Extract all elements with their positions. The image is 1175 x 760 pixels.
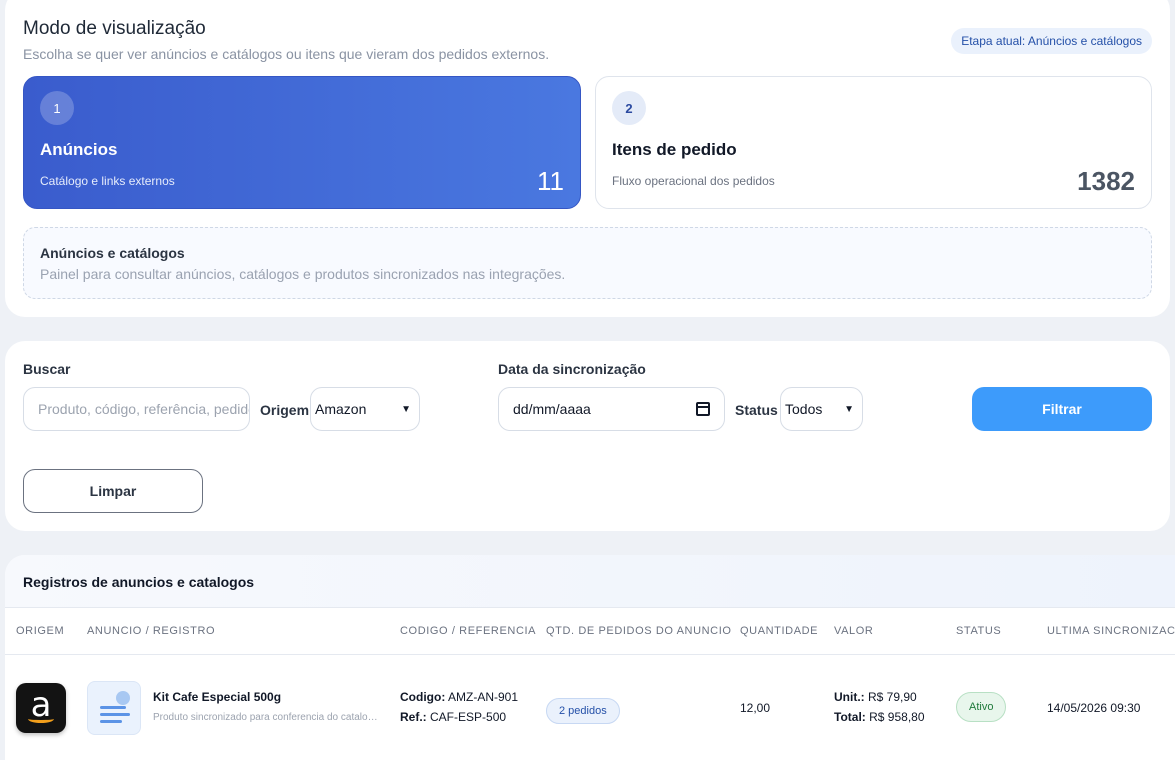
total-value: Total: R$ 958,80: [834, 710, 925, 724]
calendar-icon[interactable]: [696, 402, 710, 416]
column-header[interactable]: CODIGO / REFERENCIA: [400, 625, 536, 637]
mode-option-desc: Fluxo operacional dos pedidos: [612, 174, 775, 188]
sync-date-input[interactable]: dd/mm/aaaa: [498, 387, 725, 431]
column-header[interactable]: ORIGEM: [16, 625, 64, 637]
column-header[interactable]: ANUNCIO / REGISTRO: [87, 625, 215, 637]
origin-label: Origem: [260, 402, 310, 418]
chevron-down-icon: ▼: [401, 403, 411, 415]
view-mode-subtitle: Escolha se quer ver anúncios e catálogos…: [23, 46, 550, 62]
mode-option-title: Itens de pedido: [612, 140, 737, 159]
last-sync-value: 14/05/2026 09:30: [1047, 701, 1141, 715]
filters-card: Buscar Produto, código, referência, pedi…: [5, 341, 1170, 531]
current-stage-badge: Etapa atual: Anúncios e catálogos: [951, 28, 1152, 54]
column-header[interactable]: STATUS: [956, 625, 1001, 637]
mode-option-number: 2: [612, 91, 646, 125]
chevron-down-icon: ▼: [844, 403, 854, 415]
table-column-headers: ORIGEM ANUNCIO / REGISTRO CODIGO / REFER…: [5, 608, 1175, 655]
quantity-value: 12,00: [740, 701, 771, 715]
mode-info-desc: Painel para consultar anúncios, catálogo…: [40, 266, 566, 282]
search-input[interactable]: Produto, código, referência, pedido: [23, 387, 250, 431]
mode-option-number: 1: [40, 91, 74, 125]
records-table-card: Registros de anuncios e catalogos ORIGEM…: [5, 555, 1175, 760]
mode-option-count: 11: [537, 166, 564, 196]
clear-button[interactable]: Limpar: [23, 469, 203, 513]
status-badge: Ativo: [956, 692, 1007, 722]
product-thumbnail: [87, 681, 141, 735]
table-header-bar: Registros de anuncios e catalogos: [5, 555, 1175, 608]
table-title: Registros de anuncios e catalogos: [23, 574, 255, 590]
origin-select-value: Amazon: [315, 401, 367, 417]
status-select-value: Todos: [785, 401, 823, 417]
view-mode-title: Modo de visualização: [23, 18, 206, 39]
mode-option-title: Anúncios: [40, 140, 118, 159]
column-header[interactable]: VALOR: [834, 625, 873, 637]
origin-select[interactable]: Amazon ▼: [310, 387, 420, 431]
status-label: Status: [735, 402, 778, 418]
unit-value: Unit.: R$ 79,90: [834, 690, 917, 704]
product-name[interactable]: Kit Cafe Especial 500g: [153, 690, 281, 704]
mode-option-count: 1382: [1077, 166, 1135, 196]
filter-button[interactable]: Filtrar: [972, 387, 1152, 431]
product-code: Codigo: AMZ-AN-901: [400, 690, 519, 704]
sync-date-placeholder: dd/mm/aaaa: [513, 401, 591, 417]
column-header[interactable]: ULTIMA SINCRONIZAC: [1047, 625, 1175, 637]
status-select[interactable]: Todos ▼: [780, 387, 863, 431]
orders-count-badge[interactable]: 2 pedidos: [546, 698, 620, 724]
sync-date-label: Data da sincronização: [498, 361, 646, 377]
amazon-logo-icon: a: [16, 683, 66, 733]
mode-option-desc: Catálogo e links externos: [40, 174, 175, 188]
mode-info-box: Anúncios e catálogos Painel para consult…: [23, 227, 1152, 299]
product-desc: Produto sincronizado para conferencia do…: [153, 712, 383, 723]
view-mode-card: Modo de visualização Escolha se quer ver…: [5, 0, 1170, 317]
mode-option-itens-pedido[interactable]: 2 Itens de pedido Fluxo operacional dos …: [595, 76, 1152, 209]
mode-option-anuncios[interactable]: 1 Anúncios Catálogo e links externos 11: [23, 76, 581, 209]
mode-info-title: Anúncios e catálogos: [40, 245, 185, 261]
column-header[interactable]: QUANTIDADE: [740, 625, 818, 637]
product-ref: Ref.: CAF-ESP-500: [400, 710, 507, 724]
column-header[interactable]: QTD. DE PEDIDOS DO ANUNCIO: [546, 625, 732, 637]
search-label: Buscar: [23, 361, 71, 377]
